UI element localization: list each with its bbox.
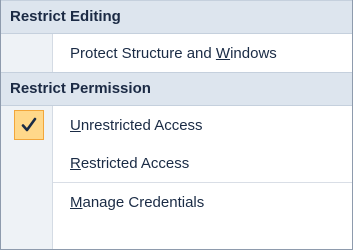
section-header-restrict-permission: Restrict Permission <box>1 72 352 106</box>
menu-item-icon-slot <box>1 34 53 72</box>
checked-indicator <box>14 110 44 140</box>
protect-menu: Restrict Editing Protect Structure and W… <box>0 0 353 250</box>
menu-item-label: Restricted Access <box>70 154 190 172</box>
menu-item-label: Manage Credentials <box>70 193 205 211</box>
menu-item-restricted-access[interactable]: Restricted Access <box>1 144 352 182</box>
menu-item-protect-structure-windows[interactable]: Protect Structure and Windows <box>1 34 352 72</box>
menu-item-icon-slot <box>1 106 53 144</box>
menu-item-manage-credentials[interactable]: Manage Credentials <box>1 183 352 221</box>
menu-item-unrestricted-access[interactable]: Unrestricted Access <box>1 106 352 144</box>
menu-item-label: Protect Structure and Windows <box>70 44 277 62</box>
menu-item-icon-slot <box>1 183 53 221</box>
section-header-restrict-editing: Restrict Editing <box>1 0 352 34</box>
menu-item-icon-slot <box>1 144 53 182</box>
menu-item-label: Unrestricted Access <box>70 116 203 134</box>
checkmark-icon <box>21 117 37 132</box>
